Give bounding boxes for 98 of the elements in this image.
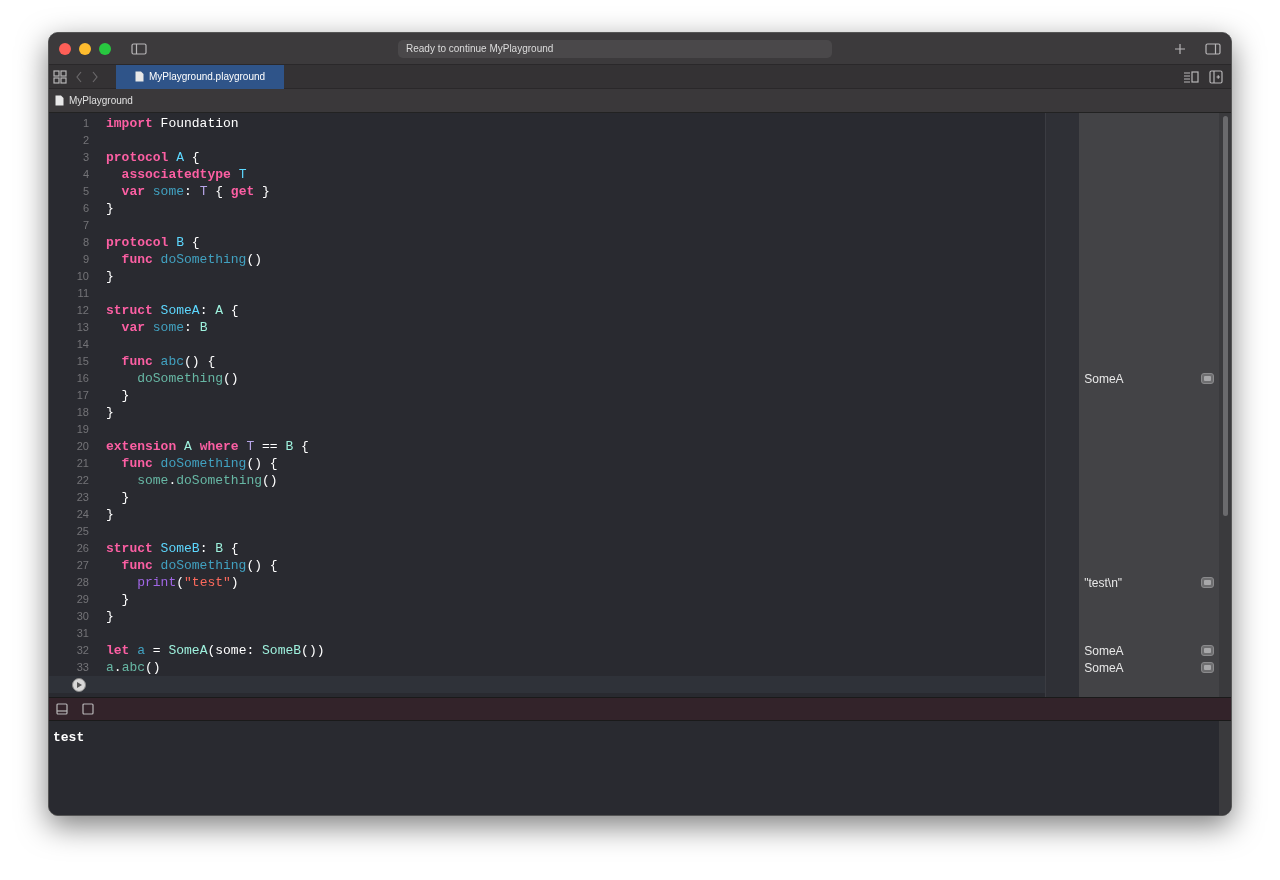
code-line: protocol A { — [106, 148, 200, 167]
line-number: 2 — [81, 133, 89, 149]
result-value: SomeA — [1084, 642, 1124, 660]
play-icon — [76, 681, 82, 688]
line-number: 14 — [75, 337, 89, 353]
add-button[interactable] — [1173, 41, 1187, 56]
line-number: 17 — [75, 388, 89, 404]
code-line: let a = SomeA(some: SomeB()) — [106, 641, 325, 660]
code-line: protocol B { — [106, 233, 200, 252]
sidebar-icon — [131, 40, 147, 57]
result-value: "test\n" — [1084, 574, 1123, 592]
line-number: 6 — [81, 201, 89, 217]
line-number: 29 — [75, 592, 89, 608]
line-number: 28 — [75, 575, 89, 591]
code-line: } — [106, 505, 114, 524]
activity-status: Ready to continue MyPlayground — [398, 39, 832, 58]
line-number: 10 — [75, 269, 89, 285]
line-number: 32 — [75, 643, 89, 659]
code-line: struct SomeA: A { — [106, 301, 239, 320]
grid-icon — [53, 69, 67, 84]
line-number: 27 — [75, 558, 89, 574]
inspector-toggle-button[interactable] — [1205, 40, 1221, 57]
split-editor-icon — [1209, 69, 1223, 84]
line-number: 31 — [75, 626, 89, 642]
line-number: 25 — [75, 524, 89, 540]
code-line: } — [106, 267, 114, 286]
code-line: a.abc() — [106, 658, 161, 677]
quick-look-button[interactable] — [1201, 662, 1214, 673]
line-number: 3 — [81, 150, 89, 166]
line-number: 24 — [75, 507, 89, 523]
console-toggle-button[interactable] — [82, 703, 94, 715]
code-line: } — [106, 403, 114, 422]
console-output: test — [53, 730, 85, 745]
line-number: 22 — [75, 473, 89, 489]
line-number: 7 — [81, 218, 89, 234]
code-line: func doSomething() { — [120, 454, 278, 473]
line-number: 18 — [75, 405, 89, 421]
code-line: } — [120, 488, 130, 507]
run-button[interactable] — [72, 677, 86, 692]
code-line: extension A where T == B { — [106, 437, 309, 456]
line-number: 16 — [75, 371, 89, 387]
line-number: 8 — [81, 235, 89, 251]
code-line: var some: B — [120, 318, 208, 337]
line-number: 15 — [75, 354, 89, 370]
inspector-icon — [1205, 40, 1221, 57]
result-value: SomeA — [1084, 659, 1124, 677]
code-line: } — [106, 199, 114, 218]
quick-look-button[interactable] — [1201, 645, 1214, 656]
result-value: SomeA — [1084, 370, 1124, 388]
breadcrumb-item[interactable]: MyPlayground — [69, 93, 133, 108]
line-number: 26 — [75, 541, 89, 557]
code-line: func abc() { — [120, 352, 216, 371]
code-line: some.doSomething() — [136, 471, 278, 490]
quick-look-button[interactable] — [1201, 577, 1214, 588]
line-number: 12 — [75, 303, 89, 319]
forward-button[interactable] — [91, 70, 99, 83]
code-line: } — [106, 607, 114, 626]
zoom-button[interactable] — [99, 42, 111, 55]
editor-options-button[interactable] — [1183, 68, 1199, 85]
line-number: 21 — [75, 456, 89, 472]
code-line: func doSomething() — [120, 250, 263, 269]
line-number: 4 — [81, 167, 89, 183]
chevron-left-icon — [75, 70, 83, 83]
code-line: associatedtype T — [120, 165, 247, 184]
quick-look-button[interactable] — [1201, 373, 1214, 384]
line-number: 33 — [75, 660, 89, 676]
line-number: 5 — [81, 184, 89, 200]
code-line: print("test") — [136, 573, 239, 592]
line-number: 9 — [81, 252, 89, 268]
panel-icon — [56, 703, 68, 715]
plus-icon — [1173, 41, 1187, 56]
grid-button[interactable] — [53, 69, 67, 84]
chevron-right-icon — [91, 70, 99, 83]
line-number: 19 — [75, 422, 89, 438]
add-editor-button[interactable] — [1209, 69, 1223, 84]
code-line: doSomething() — [136, 369, 239, 388]
close-button[interactable] — [59, 42, 71, 55]
line-number: 11 — [76, 286, 89, 302]
line-number: 13 — [75, 320, 89, 336]
line-number: 20 — [75, 439, 89, 455]
code-line: import Foundation — [106, 114, 239, 133]
minimize-button[interactable] — [79, 42, 91, 55]
square-icon — [82, 703, 94, 715]
file-icon — [134, 71, 144, 82]
code-line: func doSomething() { — [120, 556, 278, 575]
line-number: 30 — [75, 609, 89, 625]
line-number: 1 — [81, 116, 89, 132]
back-button[interactable] — [75, 70, 83, 83]
code-line: struct SomeB: B { — [106, 539, 239, 558]
code-line: } — [120, 386, 130, 405]
sidebar-toggle-button[interactable] — [131, 40, 147, 57]
lines-icon — [1183, 68, 1199, 85]
line-number: 23 — [75, 490, 89, 506]
editor-tab[interactable]: MyPlayground.playground — [116, 64, 284, 89]
file-icon — [55, 95, 64, 106]
code-line: var some: T { get } — [120, 182, 270, 201]
hide-debug-area-button[interactable] — [56, 703, 68, 715]
code-line: } — [120, 590, 130, 609]
